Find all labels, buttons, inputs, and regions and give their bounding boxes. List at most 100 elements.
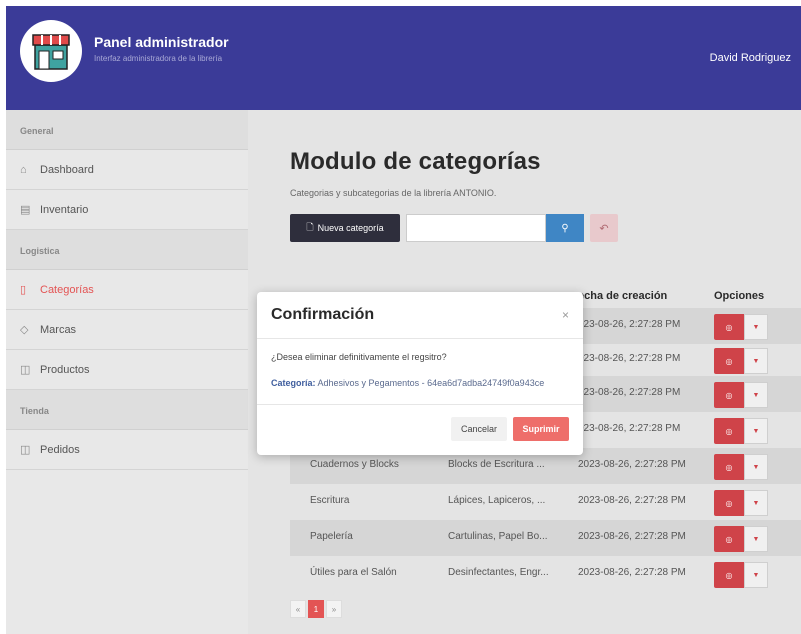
box-icon: ◫ <box>20 364 31 376</box>
chevron-down-icon: ▼ <box>752 323 760 331</box>
modal-title: Confirmación <box>271 306 375 323</box>
page-title: Modulo de categorías <box>290 148 541 175</box>
row-name: Papelería <box>310 531 353 542</box>
home-icon: ⌂ <box>20 163 27 176</box>
row-options-dropdown[interactable]: ▼ <box>744 348 768 374</box>
row-date: 2023-08-26, 2:27:28 PM <box>578 459 686 470</box>
bookmark-icon: ▯ <box>20 284 27 296</box>
user-name[interactable]: David Rodriguez <box>710 52 791 64</box>
delete-row-button[interactable]: ◎ <box>714 454 744 480</box>
chevron-down-icon: ▼ <box>752 571 760 579</box>
column-header-date: echa de creación <box>578 290 668 302</box>
target-icon: ◎ <box>725 356 733 366</box>
store-logo-icon[interactable] <box>20 20 82 82</box>
delete-button[interactable]: Suprimir <box>513 417 569 441</box>
search-button[interactable]: ⚲ <box>546 214 584 242</box>
sidebar: General ⌂ Dashboard ▤ Inventario Logisti… <box>6 110 248 634</box>
sidebar-item-dashboard[interactable]: ⌂ Dashboard <box>6 150 248 190</box>
modal-category-info: Categoría: Adhesivos y Pegamentos - 64ea… <box>271 378 544 388</box>
delete-row-button[interactable]: ◎ <box>714 348 744 374</box>
delete-row-button[interactable]: ◎ <box>714 314 744 340</box>
close-icon[interactable]: × <box>562 308 569 322</box>
delete-row-button[interactable]: ◎ <box>714 382 744 408</box>
chevron-down-icon: ▼ <box>752 499 760 507</box>
row-date: 023-08-26, 2:27:28 PM <box>578 319 681 330</box>
modal-question: ¿Desea eliminar definitivamente el regsi… <box>271 352 447 362</box>
row-name: Útiles para el Salón <box>310 567 397 578</box>
delete-row-button[interactable]: ◎ <box>714 418 744 444</box>
row-subcategories: Blocks de Escritura ... <box>448 459 545 470</box>
sidebar-item-label: Categorías <box>40 283 94 296</box>
sidebar-item-label: Productos <box>40 363 90 376</box>
target-icon: ◎ <box>725 462 733 472</box>
row-subcategories: Desinfectantes, Engr... <box>448 567 549 578</box>
table-row: Papelería Cartulinas, Papel Bo... 2023-0… <box>290 520 801 556</box>
row-subcategories: Lápices, Lapiceros, ... <box>448 495 546 506</box>
chevron-down-icon: ▼ <box>752 357 760 365</box>
sidebar-item-label: Dashboard <box>40 163 94 176</box>
sidebar-item-label: Inventario <box>40 203 89 216</box>
page-subtitle: Categorias y subcategorias de la librerí… <box>290 188 497 198</box>
sidebar-item-pedidos[interactable]: ◫ Pedidos <box>6 430 248 470</box>
box-icon: ◫ <box>20 444 31 456</box>
row-date: 023-08-26, 2:27:28 PM <box>578 387 681 398</box>
row-name: Cuadernos y Blocks <box>310 459 399 470</box>
sidebar-item-categorias[interactable]: ▯ Categorías <box>6 270 248 310</box>
modal-divider <box>257 404 583 405</box>
row-subcategories: Cartulinas, Papel Bo... <box>448 531 548 542</box>
chevron-down-icon: ▼ <box>752 391 760 399</box>
target-icon: ◎ <box>725 534 733 544</box>
row-date: 023-08-26, 2:27:28 PM <box>578 353 681 364</box>
pagination: « 1 » <box>290 600 342 618</box>
top-header: Panel administrador Interfaz administrad… <box>6 6 801 110</box>
new-category-label: Nueva categoría <box>317 223 384 233</box>
row-options-dropdown[interactable]: ▼ <box>744 526 768 552</box>
target-icon: ◎ <box>725 322 733 332</box>
delete-row-button[interactable]: ◎ <box>714 562 744 588</box>
search-input[interactable] <box>406 214 546 242</box>
row-date: 2023-08-26, 2:27:28 PM <box>578 567 686 578</box>
row-options-dropdown[interactable]: ▼ <box>744 562 768 588</box>
row-options-dropdown[interactable]: ▼ <box>744 490 768 516</box>
cancel-button[interactable]: Cancelar <box>451 417 507 441</box>
new-category-button[interactable]: 🗋 Nueva categoría <box>290 214 400 242</box>
sidebar-section-tienda: Tienda <box>6 390 248 430</box>
modal-divider <box>257 338 583 339</box>
row-date: 2023-08-26, 2:27:28 PM <box>578 495 686 506</box>
category-value: Adhesivos y Pegamentos - 64ea6d7adba2474… <box>317 378 545 388</box>
sidebar-item-productos[interactable]: ◫ Productos <box>6 350 248 390</box>
page-1-button[interactable]: 1 <box>308 600 324 618</box>
sidebar-item-label: Marcas <box>40 323 77 336</box>
row-options-dropdown[interactable]: ▼ <box>744 418 768 444</box>
target-icon: ◎ <box>725 570 733 580</box>
row-date: 023-08-26, 2:27:28 PM <box>578 423 681 434</box>
document-add-icon: 🗋 <box>306 222 314 232</box>
table-row: Escritura Lápices, Lapiceros, ... 2023-0… <box>290 484 801 520</box>
target-icon: ◎ <box>725 498 733 508</box>
row-options-dropdown[interactable]: ▼ <box>744 454 768 480</box>
page-prev-button[interactable]: « <box>290 600 306 618</box>
category-label: Categoría: <box>271 378 316 388</box>
table-row: Útiles para el Salón Desinfectantes, Eng… <box>290 556 801 592</box>
confirm-delete-modal: Confirmación × ¿Desea eliminar definitiv… <box>257 292 583 455</box>
sidebar-section-logistica: Logistica <box>6 230 248 270</box>
row-name: Escritura <box>310 495 350 506</box>
app-subtitle: Interfaz administradora de la librería <box>94 54 223 63</box>
page-next-button[interactable]: » <box>326 600 342 618</box>
reset-button[interactable]: ↶ <box>590 214 618 242</box>
delete-row-button[interactable]: ◎ <box>714 526 744 552</box>
target-icon: ◎ <box>725 390 733 400</box>
sidebar-item-label: Pedidos <box>40 443 80 456</box>
row-options-dropdown[interactable]: ▼ <box>744 382 768 408</box>
delete-row-button[interactable]: ◎ <box>714 490 744 516</box>
search-icon: ⚲ <box>561 222 569 234</box>
chevron-down-icon: ▼ <box>752 463 760 471</box>
app-title: Panel administrador <box>94 34 229 50</box>
target-icon: ◎ <box>725 426 733 436</box>
undo-icon: ↶ <box>599 222 609 235</box>
chevron-down-icon: ▼ <box>752 535 760 543</box>
sidebar-section-general: General <box>6 110 248 150</box>
sidebar-item-inventario[interactable]: ▤ Inventario <box>6 190 248 230</box>
row-options-dropdown[interactable]: ▼ <box>744 314 768 340</box>
sidebar-item-marcas[interactable]: ◇ Marcas <box>6 310 248 350</box>
